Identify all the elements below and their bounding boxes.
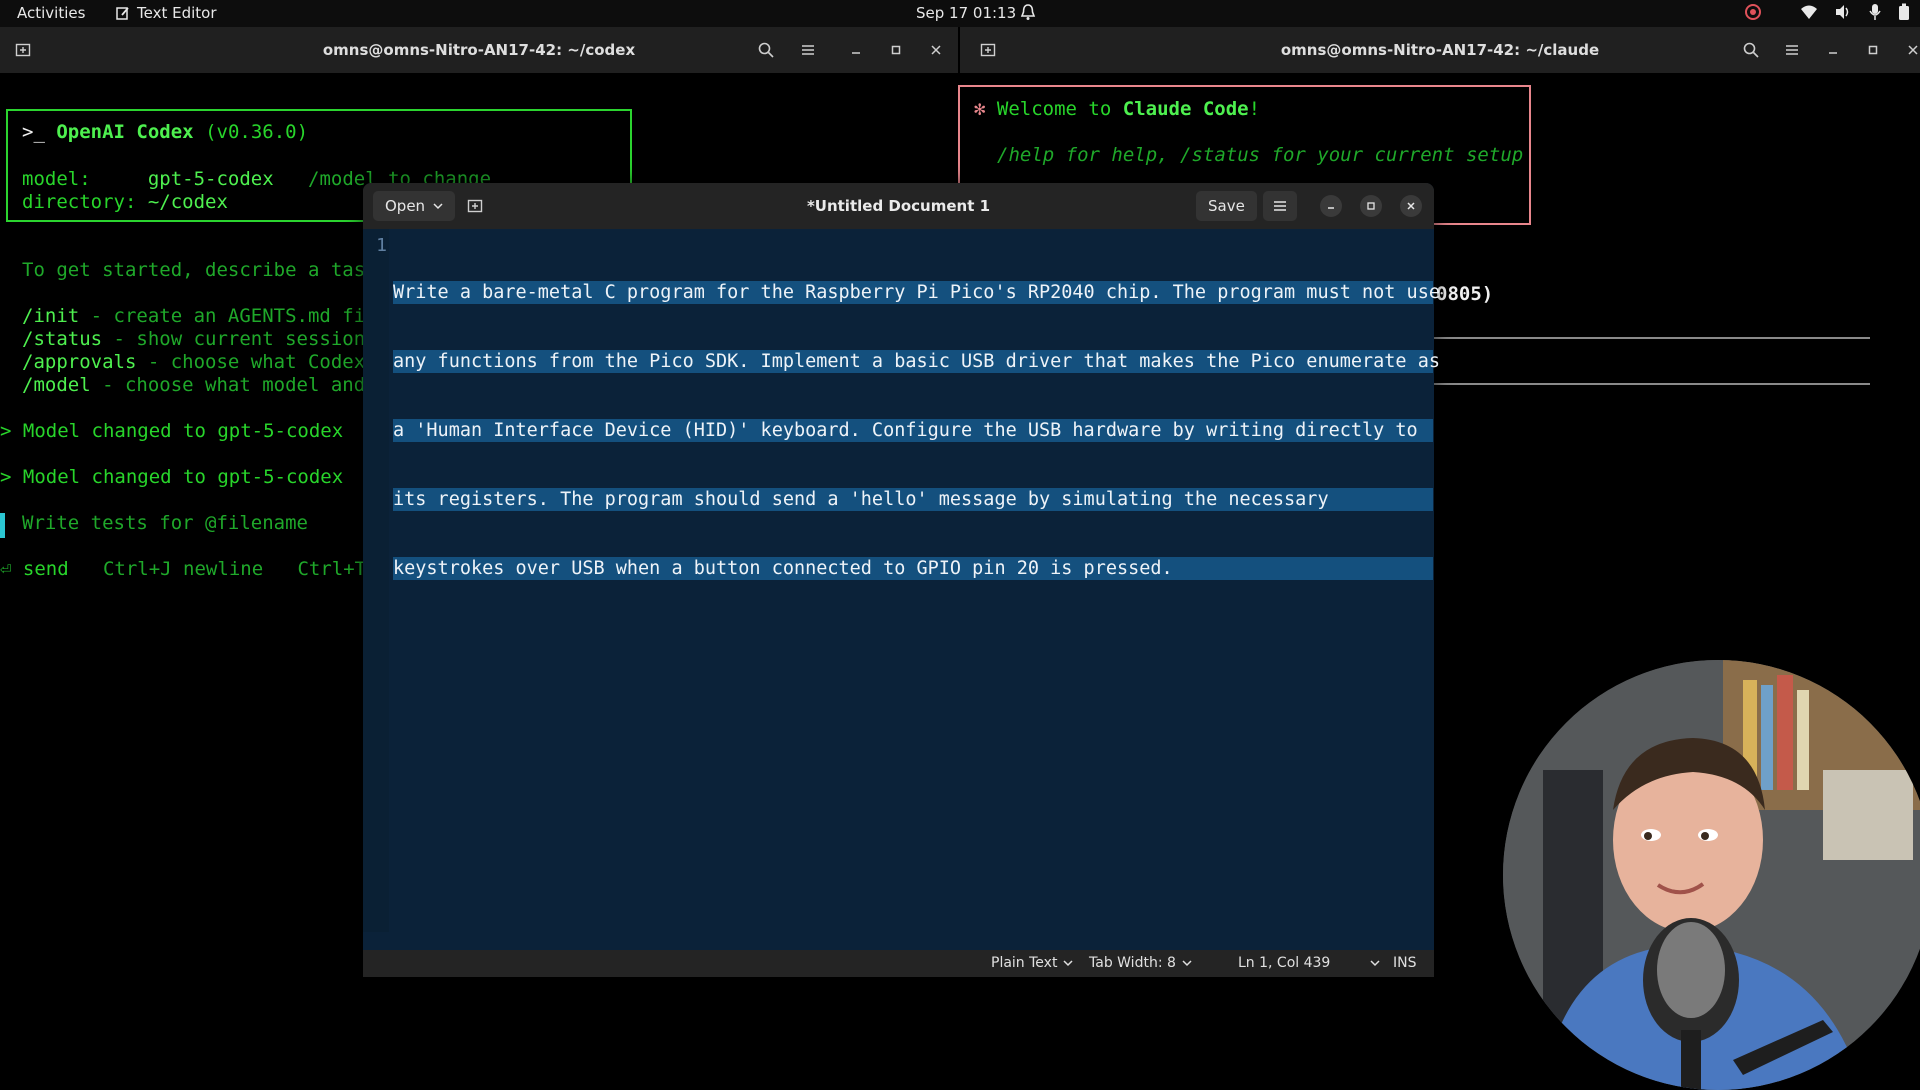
clock[interactable]: Sep 17 01:13 [916,4,1016,22]
close-icon[interactable] [1400,195,1422,217]
dir-value: ~/codex [147,191,228,213]
cmd-approvals-desc: - choose what Codex [136,351,366,373]
chevron-down-icon [1063,959,1073,966]
editor-text-area[interactable]: Write a bare-metal C program for the Ras… [393,235,1440,626]
close-icon[interactable] [923,37,949,63]
insert-mode-indicator[interactable]: INS [1393,955,1417,971]
cmd-model-line: /model - choose what model and [22,374,365,396]
app-name: Text Editor [137,4,217,22]
text-line[interactable]: a 'Human Interface Device (HID)' keyboar… [393,419,1433,442]
divider [1434,383,1870,385]
close-icon[interactable] [1900,37,1920,63]
welcome-suffix: ! [1248,98,1261,120]
directory-line: directory: ~/codex [22,191,228,213]
footer-newline: Ctrl+J newline [102,558,264,580]
hamburger-menu-icon[interactable] [1263,191,1297,221]
divider [1434,337,1870,339]
asterisk-icon: ✻ [974,98,986,120]
tab-width-selector[interactable]: Tab Width: 8 [1089,955,1192,971]
model-changed-message: > Model changed to gpt-5-codex [0,466,344,488]
claude-partial-text: 0805) [1436,283,1494,305]
text-editor-icon [116,7,129,20]
text-line[interactable]: its registers. The program should send a… [393,488,1433,511]
language-selector[interactable]: Plain Text [991,955,1073,971]
app-menu[interactable]: Text Editor [116,4,217,22]
cmd-approvals-line: /approvals - choose what Codex [22,351,365,373]
top-bar: Activities Text Editor Sep 17 01:13 [0,0,1920,27]
codex-app-name: OpenAI Codex [56,121,194,143]
cmd-approvals: /approvals [22,351,137,373]
maximize-icon[interactable] [1360,195,1382,217]
text-line[interactable]: Write a bare-metal C program for the Ras… [393,281,1440,304]
dir-label: directory: [22,191,137,213]
welcome-prefix: Welcome to [996,98,1123,120]
screen-recording-icon [1745,4,1761,20]
cmd-init-desc: - create an AGENTS.md fil [79,305,377,327]
cmd-init-line: /init - create an AGENTS.md fil [22,305,377,327]
claude-terminal-titlebar[interactable]: omns@omns-Nitro-AN17-42: ~/claude [960,27,1920,73]
cmd-model-desc: - choose what model and [90,374,366,396]
editor-headerbar[interactable]: Open *Untitled Document 1 Save [363,183,1434,229]
microphone-icon [1869,4,1881,20]
hamburger-menu-icon[interactable] [795,37,821,63]
get-started-text: To get started, describe a task [22,259,377,281]
hamburger-menu-icon[interactable] [1779,37,1805,63]
minimize-icon[interactable] [1320,195,1342,217]
codex-terminal-titlebar[interactable]: omns@omns-Nitro-AN17-42: ~/codex [0,27,958,73]
chevron-down-icon [1182,959,1192,966]
model-label: model: [22,168,91,190]
language-label: Plain Text [991,955,1058,971]
model-changed-message: > Model changed to gpt-5-codex [0,420,344,442]
save-button[interactable]: Save [1196,191,1257,221]
search-icon[interactable] [753,37,779,63]
cmd-status: /status [22,328,103,350]
window-title: omns@omns-Nitro-AN17-42: ~/claude [1280,41,1600,59]
chevron-down-icon [1370,959,1380,966]
line-number-gutter: 1 [363,229,389,932]
minimize-icon[interactable] [843,37,869,63]
claude-help-line: /help for help, /status for your current… [997,144,1524,166]
cursor-position: Ln 1, Col 439 [1238,955,1331,971]
input-cursor-bar [0,513,5,538]
maximize-icon[interactable] [883,37,909,63]
cursor-position-selector[interactable]: Ln 1, Col 439 [1238,955,1380,971]
model-value: gpt-5-codex [147,168,274,190]
battery-icon [1899,3,1909,20]
cmd-status-desc: - show current session [102,328,366,350]
text-line[interactable]: any functions from the Pico SDK. Impleme… [393,350,1440,373]
prompt-symbol: >_ [22,121,45,143]
shortcut-footer: ⏎ send Ctrl+J newline Ctrl+T [0,558,367,580]
search-icon[interactable] [1738,37,1764,63]
activities-button[interactable]: Activities [17,4,85,22]
line-number: 1 [376,235,387,256]
minimize-icon[interactable] [1820,37,1846,63]
volume-icon [1836,5,1849,19]
system-tray[interactable] [1744,3,1910,21]
cmd-status-line: /status - show current session [22,328,365,350]
prompt-input[interactable]: Write tests for @filename [22,512,308,534]
notification-bell-icon[interactable] [1020,3,1036,25]
presenter-photo [1503,660,1920,1090]
footer-ctrlt: Ctrl+T [297,558,367,580]
webcam-overlay [1503,660,1920,1090]
wifi-icon [1801,5,1817,19]
claude-welcome-line: ✻ Welcome to Claude Code! [974,98,1260,120]
text-line[interactable]: keystrokes over USB when a button connec… [393,557,1433,580]
codex-header-line: >_ OpenAI Codex (v0.36.0) [22,121,308,143]
maximize-icon[interactable] [1860,37,1886,63]
editor-statusbar: Plain Text Tab Width: 8 Ln 1, Col 439 IN… [363,950,1434,977]
codex-version: (v0.36.0) [205,121,309,143]
cmd-model: /model [22,374,91,396]
cmd-init: /init [22,305,80,327]
footer-send: send [22,558,69,580]
tab-width-label: Tab Width: 8 [1089,955,1176,971]
text-editor-window[interactable]: Open *Untitled Document 1 Save 1 Write a… [363,183,1440,977]
welcome-app-name: Claude Code [1122,98,1249,120]
